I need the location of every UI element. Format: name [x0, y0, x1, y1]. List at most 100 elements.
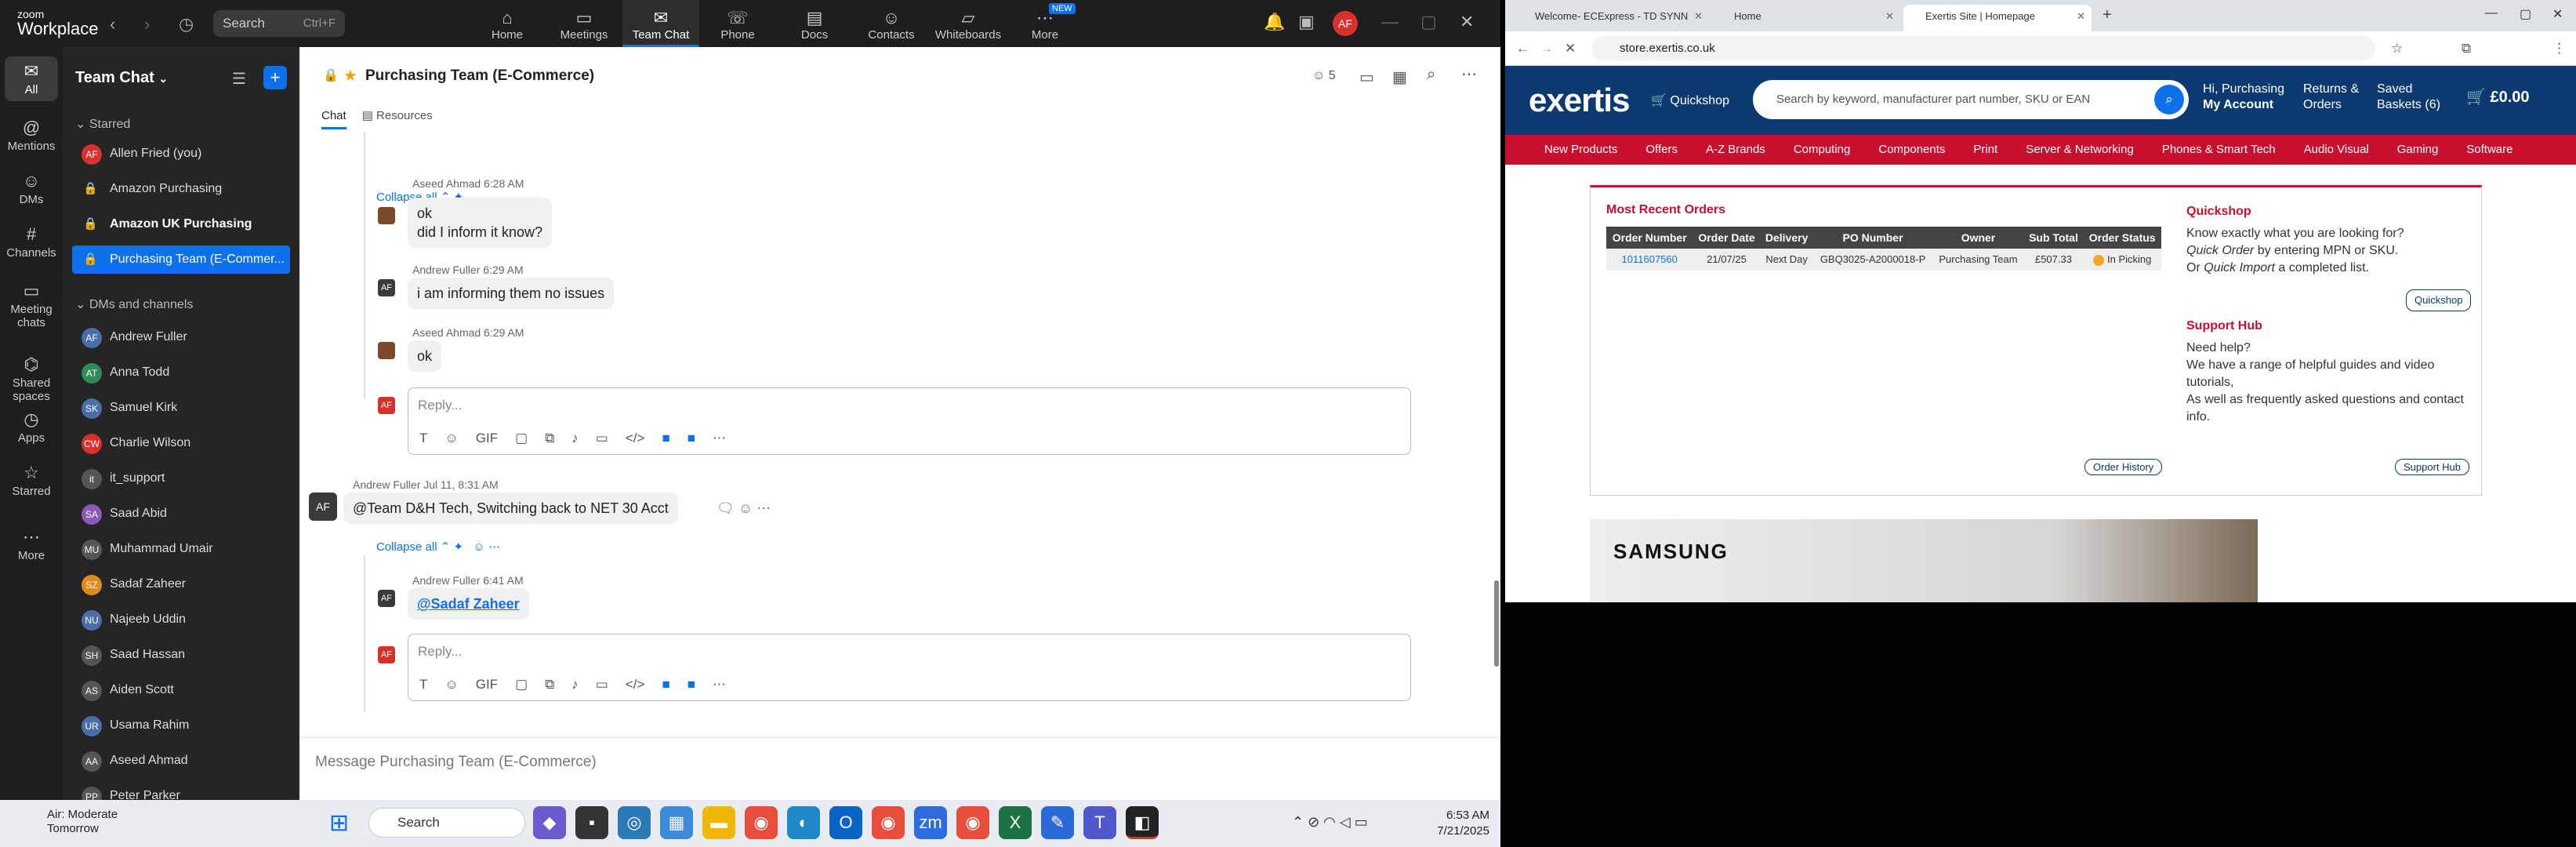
- chevron-down-icon[interactable]: ⌄: [158, 72, 168, 85]
- screenshot-icon[interactable]: ⧉: [545, 431, 554, 446]
- dms-header[interactable]: ⌄ DMs and channels: [75, 296, 193, 312]
- rail-all[interactable]: ✉ All: [5, 56, 58, 101]
- rail-apps[interactable]: ◷ Apps: [0, 405, 63, 449]
- calendar-icon[interactable]: ▦: [1392, 67, 1407, 87]
- mic-icon[interactable]: ♪: [571, 431, 579, 446]
- emoji-icon[interactable]: ☺: [444, 431, 458, 446]
- search-input[interactable]: Search Ctrl+F: [213, 10, 345, 37]
- menu-item[interactable]: Computing: [1794, 135, 1851, 165]
- sidebar-item[interactable]: AS Aiden Scott: [72, 676, 290, 704]
- cart-link[interactable]: 🛒 £0.00: [2466, 89, 2530, 105]
- site-logo[interactable]: exertis: [1529, 82, 1630, 119]
- menu-item[interactable]: A-Z Brands: [1706, 135, 1765, 165]
- start-icon[interactable]: ⊞: [329, 809, 349, 837]
- menu-item[interactable]: Phones & Smart Tech: [2162, 135, 2276, 165]
- sidebar-item[interactable]: 🔒 Amazon UK Purchasing: [72, 210, 290, 238]
- members-count[interactable]: ☺ 5: [1312, 69, 1336, 83]
- new-tab-icon[interactable]: +: [2103, 6, 2112, 24]
- sidebar-item[interactable]: AF Allen Fried (you): [72, 140, 290, 168]
- rail-meeting-chats[interactable]: ▭ Meeting chats: [0, 276, 63, 334]
- more-icon[interactable]: ⋯: [1461, 64, 1477, 84]
- back-icon[interactable]: ‹: [110, 14, 115, 35]
- tab-docs[interactable]: ▤ Docs: [776, 0, 853, 47]
- support-hub-button[interactable]: Support Hub: [2395, 459, 2469, 475]
- browser-tab[interactable]: Welcome- ECExpress - TD SYNN ✕: [1513, 5, 1709, 31]
- sidebar-item[interactable]: AF Andrew Fuller: [72, 323, 290, 351]
- close-icon[interactable]: ✕: [2077, 5, 2085, 28]
- screenshot-icon[interactable]: ⧉: [545, 677, 554, 693]
- menu-item[interactable]: Software: [2466, 135, 2513, 165]
- teams-icon[interactable]: T: [1083, 806, 1116, 839]
- maximize-icon[interactable]: ▢: [2520, 6, 2531, 22]
- close-icon[interactable]: ✕: [1885, 5, 1894, 28]
- video-icon[interactable]: ▭: [596, 431, 608, 446]
- format-icon[interactable]: T: [419, 677, 427, 693]
- bell-icon[interactable]: 🔔: [1264, 12, 1285, 32]
- menu-item[interactable]: New Products: [1544, 135, 1617, 165]
- collapse-all-link[interactable]: Collapse all ⌃ ✦ ☺ ⋯: [376, 540, 500, 554]
- zoom-icon[interactable]: zm: [914, 806, 947, 839]
- returns-link[interactable]: Returns & Orders: [2303, 82, 2359, 113]
- url-input[interactable]: store.exertis.co.uk: [1591, 36, 2375, 61]
- history-icon[interactable]: ◷: [179, 14, 194, 35]
- app-icon[interactable]: ■: [662, 677, 669, 693]
- sidebar-item[interactable]: AT Anna Todd: [72, 358, 290, 387]
- account-link[interactable]: Hi, Purchasing My Account: [2203, 82, 2284, 113]
- menu-item[interactable]: Components: [1878, 135, 1945, 165]
- rail-dms[interactable]: ☺ DMs: [0, 166, 63, 211]
- more-icon[interactable]: ⋯: [713, 431, 726, 446]
- tab-resources[interactable]: ▤ Resources: [362, 109, 448, 122]
- search-icon[interactable]: ⌕: [1427, 66, 1435, 84]
- sidebar-item[interactable]: SA Saad Abid: [72, 500, 290, 528]
- forward-icon[interactable]: ›: [144, 14, 150, 35]
- quickshop-button[interactable]: Quickshop: [2406, 289, 2472, 311]
- gif-icon[interactable]: GIF: [476, 677, 498, 693]
- chrome-icon[interactable]: ◉: [872, 806, 905, 839]
- tab-meetings[interactable]: ▭ Meetings: [546, 0, 622, 47]
- reply-box[interactable]: Reply... T ☺ GIF ▢ ⧉ ♪ ▭ </> ■ ■ ⋯: [408, 634, 1411, 701]
- browser-tab-active[interactable]: Exertis Site | Homepage ✕: [1903, 5, 2092, 31]
- samsung-banner[interactable]: SAMSUNG: [1590, 519, 2258, 602]
- quickshop-link[interactable]: 🛒 Quickshop: [1651, 93, 1729, 108]
- quick-import-link[interactable]: Quick Import: [2204, 261, 2275, 274]
- tab-phone[interactable]: ☏ Phone: [699, 0, 776, 47]
- outlook-icon[interactable]: O: [829, 806, 862, 839]
- menu-item[interactable]: Print: [1973, 135, 1997, 165]
- video-icon[interactable]: ▭: [1359, 67, 1374, 87]
- sidebar-item[interactable]: SZ Sadaf Zaheer: [72, 570, 290, 598]
- stop-icon[interactable]: ✕: [1565, 41, 1576, 56]
- gif-icon[interactable]: GIF: [476, 431, 498, 446]
- minimize-icon[interactable]: —: [1381, 12, 1399, 32]
- close-icon[interactable]: ✕: [1694, 5, 1703, 28]
- scrollbar[interactable]: [1494, 580, 1499, 667]
- app-icon[interactable]: ■: [688, 431, 695, 446]
- close-icon[interactable]: ✕: [2552, 6, 2563, 22]
- quick-order-link[interactable]: Quick Order: [2186, 244, 2254, 257]
- app-icon[interactable]: ◧: [1126, 806, 1159, 839]
- tab-team-chat[interactable]: ✉ Team Chat: [622, 0, 699, 47]
- sidebar-item[interactable]: AA Aseed Ahmad: [72, 747, 290, 775]
- close-icon[interactable]: ✕: [1460, 12, 1474, 32]
- app-icon[interactable]: ■: [662, 431, 669, 446]
- filter-icon[interactable]: ☰: [232, 69, 246, 89]
- sidebar-item[interactable]: MU Muhammad Umair: [72, 535, 290, 563]
- menu-item[interactable]: Server & Networking: [2026, 135, 2134, 165]
- sidebar-item[interactable]: SK Samuel Kirk: [72, 394, 290, 422]
- rail-starred[interactable]: ☆ Starred: [0, 458, 63, 503]
- clock[interactable]: 6:53 AM 7/21/2025: [1411, 808, 1489, 839]
- app-icon[interactable]: ◎: [618, 806, 651, 839]
- search-icon[interactable]: ⌕: [2154, 85, 2184, 115]
- sidebar-item[interactable]: NU Najeeb Uddin: [72, 605, 290, 634]
- table-cell[interactable]: 1011607560: [1606, 249, 1693, 271]
- browser-tab[interactable]: Home ✕: [1712, 5, 1900, 31]
- code-icon[interactable]: </>: [626, 677, 645, 693]
- order-history-button[interactable]: Order History: [2084, 459, 2163, 475]
- weather-widget[interactable]: Air: Moderate Tomorrow: [47, 808, 118, 836]
- tray-icons[interactable]: ⌃ ⊘ ◠ ◁ ▭: [1292, 814, 1368, 831]
- file-icon[interactable]: ▢: [515, 677, 528, 693]
- chrome-icon[interactable]: ◉: [956, 806, 989, 839]
- rail-more[interactable]: ⋯ More: [0, 522, 63, 567]
- message-composer[interactable]: Message Purchasing Team (E-Commerce) T☺G…: [299, 737, 1500, 800]
- app-icon[interactable]: ▪: [575, 806, 608, 839]
- minimize-icon[interactable]: —: [2485, 6, 2498, 20]
